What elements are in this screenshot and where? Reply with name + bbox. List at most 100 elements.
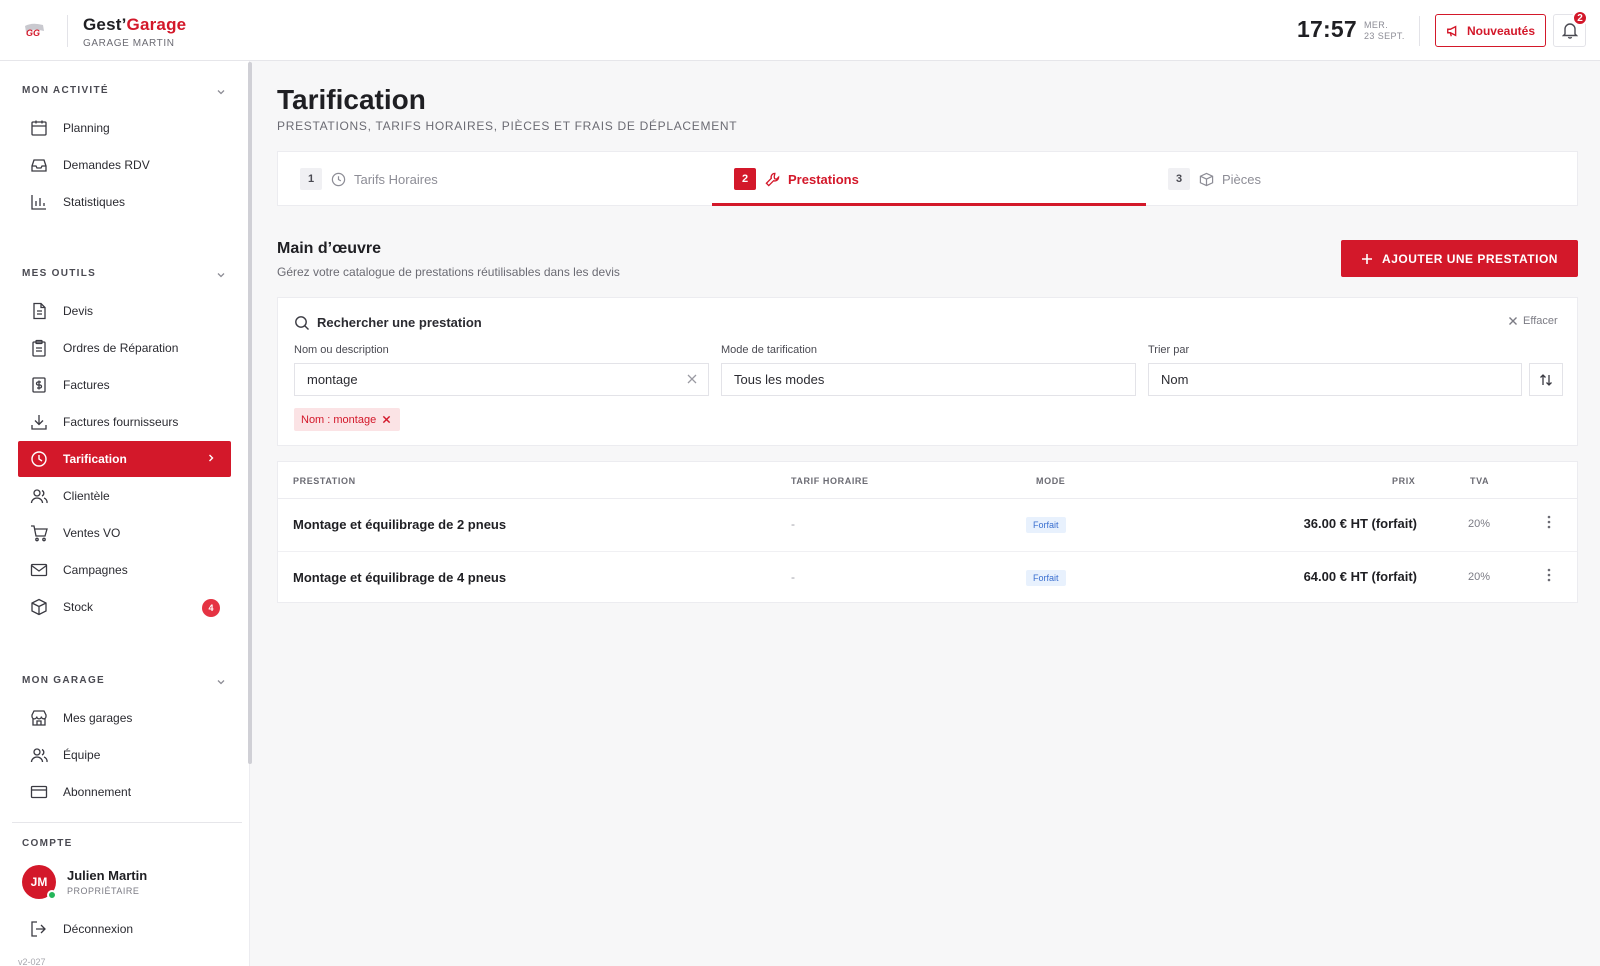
more-options-icon[interactable]	[1547, 567, 1551, 583]
clock-icon	[331, 172, 346, 187]
news-button[interactable]: Nouveautés	[1435, 14, 1546, 47]
filter-panel: Rechercher une prestation Effacer Nom ou…	[277, 297, 1578, 446]
user-name: Julien Martin	[67, 868, 148, 883]
table-row[interactable]: Montage et équilibrage de 2 pneus - Forf…	[278, 499, 1577, 551]
sidebar-item-tarification[interactable]: Tarification	[18, 441, 231, 477]
sidebar-item-mes-garages[interactable]: Mes garages	[18, 700, 231, 736]
more-options-icon[interactable]	[1547, 514, 1551, 530]
column-header-prestation[interactable]: PRESTATION	[293, 476, 356, 486]
column-header-mode[interactable]: MODE	[1036, 476, 1065, 486]
column-header-prix[interactable]: PRIX	[1392, 476, 1415, 486]
search-icon	[295, 316, 309, 330]
chevron-right-icon	[209, 454, 214, 462]
inbox-icon	[29, 155, 49, 175]
chevron-down-icon[interactable]	[215, 676, 227, 688]
sidebar-item-stock[interactable]: Stock	[18, 589, 231, 625]
sort-select[interactable]: Nom	[1148, 363, 1522, 396]
sidebar-item-planning[interactable]: Planning	[18, 110, 231, 146]
section-description: Gérez votre catalogue de prestations réu…	[277, 265, 620, 279]
mode-badge: Forfait	[1026, 517, 1066, 533]
tarif-horaire-value: -	[791, 570, 795, 584]
price-value: 64.00 € HT (forfait)	[1303, 569, 1417, 584]
active-tab-indicator	[712, 203, 1146, 206]
invoice-dollar-icon	[29, 375, 49, 395]
search-title: Rechercher une prestation	[317, 315, 482, 330]
mode-badge: Forfait	[1026, 570, 1066, 586]
tva-value: 20%	[1468, 518, 1491, 530]
sidebar-item-devis[interactable]: Devis	[18, 293, 231, 329]
section-title-outils: MES OUTILS	[22, 268, 97, 279]
table-header: PRESTATION TARIF HORAIRE MODE PRIX TVA	[278, 462, 1577, 499]
section-title-activite: MON ACTIVITÉ	[22, 85, 109, 96]
download-icon	[29, 412, 49, 432]
svg-text:GG: GG	[26, 28, 40, 38]
users-icon	[29, 486, 49, 506]
sidebar-item-statistiques[interactable]: Statistiques	[18, 184, 231, 220]
sidebar-item-ordres-reparation[interactable]: Ordres de Réparation	[18, 330, 231, 366]
sidebar-item-campagnes[interactable]: Campagnes	[18, 552, 231, 588]
app-version: v2-027	[18, 957, 46, 966]
mode-filter-select[interactable]: Tous les modes	[721, 363, 1136, 396]
cart-icon	[29, 523, 49, 543]
prestation-name: Montage et équilibrage de 2 pneus	[293, 517, 507, 532]
tab-tarifs-horaires[interactable]: 1 Tarifs Horaires	[300, 152, 438, 206]
box-icon	[29, 597, 49, 617]
document-icon	[29, 301, 49, 321]
sort-direction-button[interactable]	[1529, 363, 1563, 396]
active-filter-chip[interactable]: Nom : montage	[294, 408, 401, 431]
clear-filters-button[interactable]: Effacer	[1508, 315, 1558, 327]
name-filter-label: Nom ou description	[294, 344, 389, 356]
price-value: 36.00 € HT (forfait)	[1303, 516, 1417, 531]
sort-arrows-icon	[1540, 373, 1552, 386]
sidebar-item-abonnement[interactable]: Abonnement	[18, 774, 231, 810]
sidebar-item-ventes-vo[interactable]: Ventes VO	[18, 515, 231, 551]
sidebar-item-equipe[interactable]: Équipe	[18, 737, 231, 773]
clear-input-icon[interactable]	[686, 373, 698, 385]
notification-count-badge: 2	[1572, 10, 1588, 26]
tab-bar: 1 Tarifs Horaires 2 Prestations 3 Pièces	[277, 151, 1578, 206]
close-icon	[1509, 317, 1517, 325]
garage-name: GARAGE MARTIN	[83, 38, 175, 49]
store-icon	[29, 708, 49, 728]
chevron-down-icon[interactable]	[215, 269, 227, 281]
tab-pieces[interactable]: 3 Pièces	[1168, 152, 1261, 206]
column-header-tarif-horaire[interactable]: TARIF HORAIRE	[791, 476, 869, 486]
online-status-dot	[47, 890, 57, 900]
wrench-icon	[765, 172, 780, 187]
add-prestation-button[interactable]: AJOUTER UNE PRESTATION	[1341, 240, 1578, 277]
brand-name: Gest’Garage	[83, 15, 187, 34]
sidebar-divider	[12, 822, 242, 823]
news-label: Nouveautés	[1466, 23, 1536, 38]
tarif-horaire-value: -	[791, 517, 795, 531]
page-title: Tarification	[277, 84, 426, 115]
tab-prestations[interactable]: 2 Prestations	[734, 152, 859, 206]
section-title-garage: MON GARAGE	[22, 675, 105, 686]
logout-icon	[29, 919, 49, 939]
clipboard-icon	[29, 338, 49, 358]
plus-icon	[1362, 253, 1373, 264]
table-row[interactable]: Montage et équilibrage de 4 pneus - Forf…	[278, 551, 1577, 603]
sidebar-scrollbar[interactable]	[248, 62, 252, 764]
mail-icon	[29, 560, 49, 580]
sidebar-item-demandes-rdv[interactable]: Demandes RDV	[18, 147, 231, 183]
section-title-compte: COMPTE	[22, 838, 73, 849]
page-subtitle: PRESTATIONS, TARIFS HORAIRES, PIÈCES ET …	[277, 119, 738, 133]
logo-icon: GG	[25, 23, 44, 38]
remove-filter-icon[interactable]	[382, 415, 391, 424]
sidebar-item-clientele[interactable]: Clientèle	[18, 478, 231, 514]
sidebar-item-factures[interactable]: Factures	[18, 367, 231, 403]
chevron-down-icon[interactable]	[215, 86, 227, 98]
logout-button[interactable]: Déconnexion	[18, 911, 231, 947]
name-filter-input[interactable]: montage	[294, 363, 709, 396]
brand-separator	[67, 15, 68, 47]
card-icon	[29, 782, 49, 802]
clock-date: MER. 23 SEPT.	[1364, 20, 1405, 41]
sidebar-item-factures-fournisseurs[interactable]: Factures fournisseurs	[18, 404, 231, 440]
calendar-icon	[29, 118, 49, 138]
top-bar: GG Gest’Garage GARAGE MARTIN 17:57 MER. …	[0, 0, 1600, 61]
mode-filter-label: Mode de tarification	[721, 344, 817, 356]
column-header-tva[interactable]: TVA	[1470, 476, 1489, 486]
header-separator	[1419, 16, 1420, 46]
bar-chart-icon	[29, 192, 49, 212]
user-role: PROPRIÉTAIRE	[67, 886, 140, 896]
